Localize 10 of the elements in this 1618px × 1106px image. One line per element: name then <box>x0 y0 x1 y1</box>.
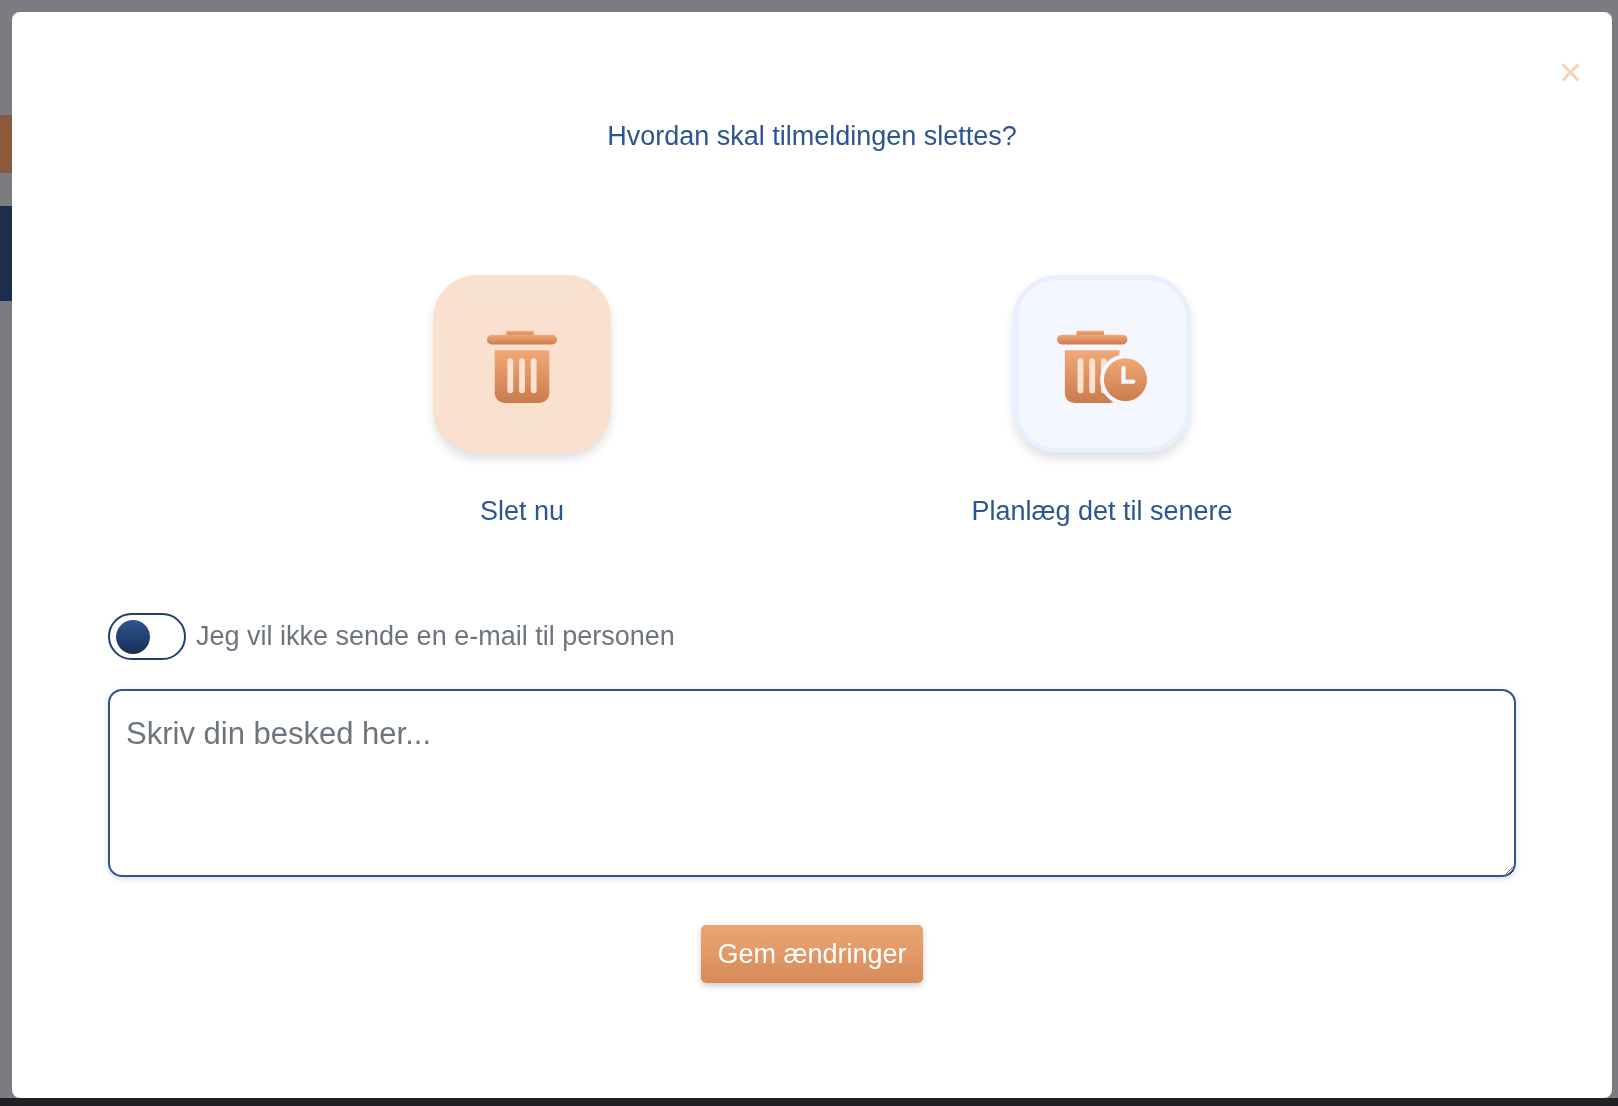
save-button[interactable]: Gem ændringer <box>701 925 923 983</box>
toggle-switch[interactable] <box>108 613 186 660</box>
delete-now-option[interactable] <box>433 274 611 453</box>
close-button[interactable]: × <box>1558 52 1582 92</box>
schedule-delete-option[interactable] <box>1013 274 1191 453</box>
message-field[interactable]: Skriv din besked her... <box>108 689 1516 877</box>
option-label: Planlæg det til senere <box>971 494 1233 528</box>
option-label: Slet nu <box>479 494 565 528</box>
toggle-label: Jeg vil ikke sende en e-mail til personen <box>196 620 675 654</box>
dialog-title: Hvordan skal tilmeldingen slettes? <box>607 120 1017 153</box>
